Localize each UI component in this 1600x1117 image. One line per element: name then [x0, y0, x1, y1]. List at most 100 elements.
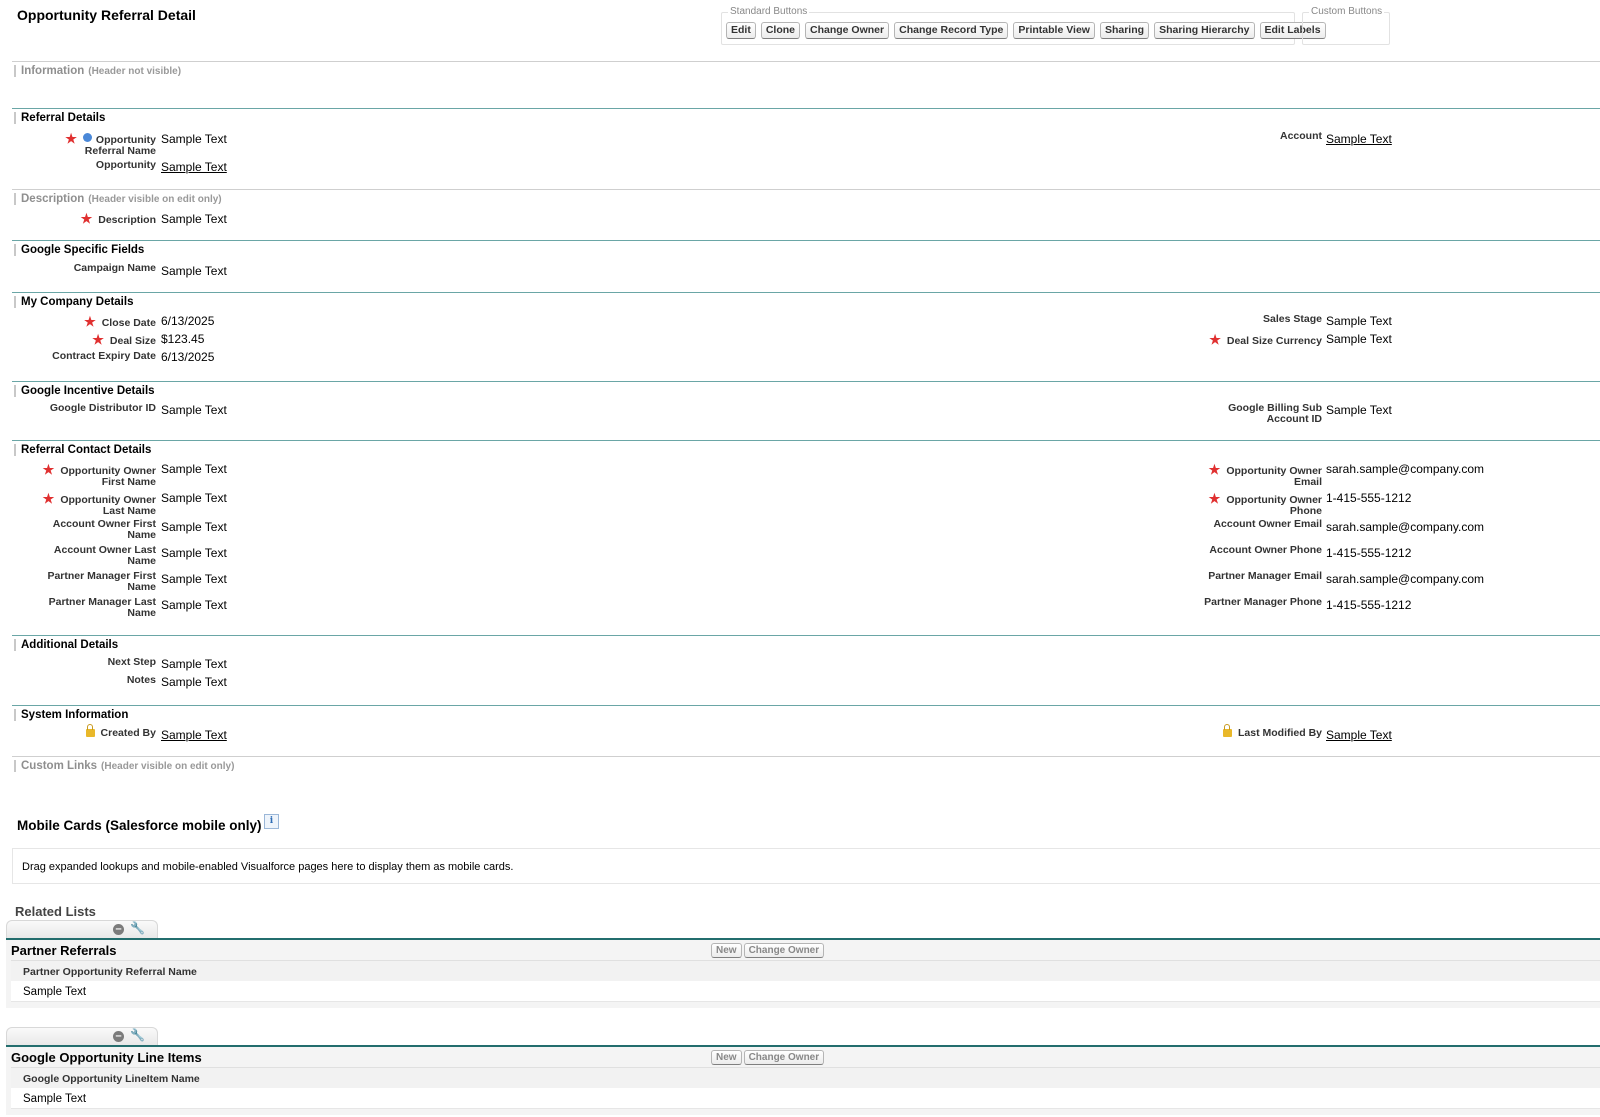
row-value[interactable]: Sample Text: [23, 986, 86, 998]
opportunity-owner-first-name-value[interactable]: Sample Text: [161, 462, 227, 476]
lock-icon: [1222, 724, 1232, 737]
deal-size-label: ★ Deal Size: [92, 332, 156, 347]
required-icon: ★: [80, 211, 93, 226]
description-section: Description (Header visible on edit only)…: [12, 189, 1600, 239]
close-date-value[interactable]: 6/13/2025: [161, 314, 214, 328]
contract-expiry-date-value[interactable]: 6/13/2025: [161, 350, 214, 364]
related-lists-title: Related Lists: [15, 904, 96, 919]
info-icon[interactable]: i: [264, 814, 279, 829]
partner-manager-first-name-label: Partner Manager First Name: [47, 570, 156, 593]
google-billing-sub-account-id-value[interactable]: Sample Text: [1326, 403, 1392, 417]
google-incentive-details-section: Google Incentive Details Google Distribu…: [12, 381, 1600, 439]
google-distributor-id-label: Google Distributor ID: [49, 402, 156, 414]
wrench-icon[interactable]: 🔧: [130, 921, 145, 935]
required-icon: ★: [42, 491, 55, 506]
edit-button[interactable]: Edit: [726, 22, 756, 39]
opportunity-referral-name-value[interactable]: Sample Text: [161, 132, 227, 146]
google-incentive-details-section-title[interactable]: Google Incentive Details: [14, 385, 155, 397]
column-header[interactable]: Google Opportunity LineItem Name: [23, 1073, 200, 1085]
table-header: Partner Opportunity Referral Name: [11, 960, 1600, 982]
partner-manager-email-value[interactable]: sarah.sample@company.com: [1326, 572, 1484, 586]
system-information-section-title[interactable]: System Information: [14, 709, 128, 721]
deal-size-value[interactable]: $123.45: [161, 332, 204, 346]
wrench-icon[interactable]: 🔧: [130, 1028, 145, 1042]
my-company-details-section-title[interactable]: My Company Details: [14, 296, 133, 308]
opportunity-referral-name-label: ★ Opportunity Referral Name: [65, 131, 156, 157]
google-specific-fields-section-title[interactable]: Google Specific Fields: [14, 244, 144, 256]
account-owner-first-name-label: Account Owner First Name: [52, 518, 156, 541]
google-billing-sub-account-id-label: Google Billing Sub Account ID: [1228, 402, 1322, 425]
sharing-hierarchy-button[interactable]: Sharing Hierarchy: [1154, 22, 1255, 39]
table-row: Sample Text: [11, 981, 1600, 1002]
opportunity-label: Opportunity: [95, 159, 156, 171]
referral-details-section-title[interactable]: Referral Details: [14, 112, 105, 124]
campaign-name-value[interactable]: Sample Text: [161, 264, 227, 278]
opportunity-owner-last-name-value[interactable]: Sample Text: [161, 491, 227, 505]
remove-icon[interactable]: –: [113, 1031, 124, 1042]
description-value[interactable]: Sample Text: [161, 212, 227, 226]
related-list-title: Partner Referrals: [11, 943, 117, 958]
standard-buttons-group: Standard Buttons Edit Clone Change Owner…: [721, 6, 1326, 45]
partner-manager-phone-value[interactable]: 1-415-555-1212: [1326, 598, 1411, 612]
partner-manager-first-name-value[interactable]: Sample Text: [161, 572, 227, 586]
clone-button[interactable]: Clone: [760, 22, 801, 39]
last-modified-by-link[interactable]: Sample Text: [1326, 728, 1392, 742]
related-list-drag-handle[interactable]: – 🔧: [6, 920, 158, 938]
remove-icon[interactable]: –: [113, 924, 124, 935]
required-unique-dot-icon: [82, 133, 92, 142]
row-value[interactable]: Sample Text: [23, 1093, 86, 1105]
campaign-name-label: Campaign Name: [73, 262, 156, 274]
sales-stage-value[interactable]: Sample Text: [1326, 314, 1392, 328]
partner-manager-phone-label: Partner Manager Phone: [1204, 596, 1322, 608]
google-specific-fields-section: Google Specific Fields Campaign Name Sam…: [12, 240, 1600, 290]
account-label: Account: [1280, 130, 1322, 142]
description-section-title[interactable]: Description (Header visible on edit only): [14, 193, 222, 205]
opportunity-owner-phone-value[interactable]: 1-415-555-1212: [1326, 491, 1411, 505]
account-owner-first-name-value[interactable]: Sample Text: [161, 520, 227, 534]
required-icon: ★: [42, 462, 55, 477]
last-modified-by-label: Last Modified By: [1162, 724, 1322, 739]
referral-details-section: Referral Details ★ Opportunity Referral N…: [12, 108, 1600, 188]
partner-manager-last-name-value[interactable]: Sample Text: [161, 598, 227, 612]
change-record-type-button[interactable]: Change Record Type: [894, 22, 1009, 39]
my-company-details-section: My Company Details ★ Close Date 6/13/2025…: [12, 292, 1600, 380]
new-button[interactable]: New: [711, 1050, 742, 1065]
partner-manager-email-label: Partner Manager Email: [1208, 570, 1322, 582]
account-owner-last-name-value[interactable]: Sample Text: [161, 546, 227, 560]
new-button[interactable]: New: [711, 943, 742, 958]
required-icon: ★: [1208, 491, 1221, 506]
contract-expiry-date-label: Contract Expiry Date: [52, 350, 156, 362]
change-owner-button[interactable]: Change Owner: [743, 943, 825, 958]
mobile-cards-drop-zone[interactable]: Drag expanded lookups and mobile-enabled…: [12, 848, 1600, 884]
standard-buttons-legend: Standard Buttons: [728, 6, 810, 17]
table-row: Sample Text: [11, 1088, 1600, 1109]
additional-details-section-title[interactable]: Additional Details: [14, 639, 118, 651]
notes-value[interactable]: Sample Text: [161, 675, 227, 689]
page-title: Opportunity Referral Detail: [17, 7, 196, 23]
related-list-drag-handle[interactable]: – 🔧: [6, 1027, 158, 1045]
change-owner-button[interactable]: Change Owner: [743, 1050, 825, 1065]
google-distributor-id-value[interactable]: Sample Text: [161, 403, 227, 417]
account-owner-phone-value[interactable]: 1-415-555-1212: [1326, 546, 1411, 560]
opportunity-link[interactable]: Sample Text: [161, 160, 227, 174]
custom-buttons-legend: Custom Buttons: [1309, 6, 1385, 17]
opportunity-owner-email-value[interactable]: sarah.sample@company.com: [1326, 462, 1484, 476]
referral-contact-details-section-title[interactable]: Referral Contact Details: [14, 444, 151, 456]
next-step-value[interactable]: Sample Text: [161, 657, 227, 671]
required-icon: ★: [1209, 332, 1221, 347]
google-opportunity-line-items-related-list: Google Opportunity Line Items New Change…: [6, 1045, 1600, 1115]
information-section: Information (Header not visible): [12, 61, 1600, 106]
column-header[interactable]: Partner Opportunity Referral Name: [23, 966, 197, 978]
change-owner-button[interactable]: Change Owner: [805, 22, 890, 39]
deal-size-currency-value[interactable]: Sample Text: [1326, 332, 1392, 346]
opportunity-owner-phone-label: ★ Opportunity Owner Phone: [1208, 491, 1322, 517]
custom-links-section-title[interactable]: Custom Links (Header visible on edit only…: [14, 760, 234, 772]
account-link[interactable]: Sample Text: [1326, 132, 1392, 146]
related-list-title: Google Opportunity Line Items: [11, 1050, 202, 1065]
sharing-button[interactable]: Sharing: [1099, 22, 1150, 39]
sales-stage-label: Sales Stage: [1263, 313, 1322, 325]
created-by-link[interactable]: Sample Text: [161, 728, 227, 742]
information-section-title[interactable]: Information (Header not visible): [14, 65, 181, 77]
printable-view-button[interactable]: Printable View: [1013, 22, 1095, 39]
account-owner-email-value[interactable]: sarah.sample@company.com: [1326, 520, 1484, 534]
